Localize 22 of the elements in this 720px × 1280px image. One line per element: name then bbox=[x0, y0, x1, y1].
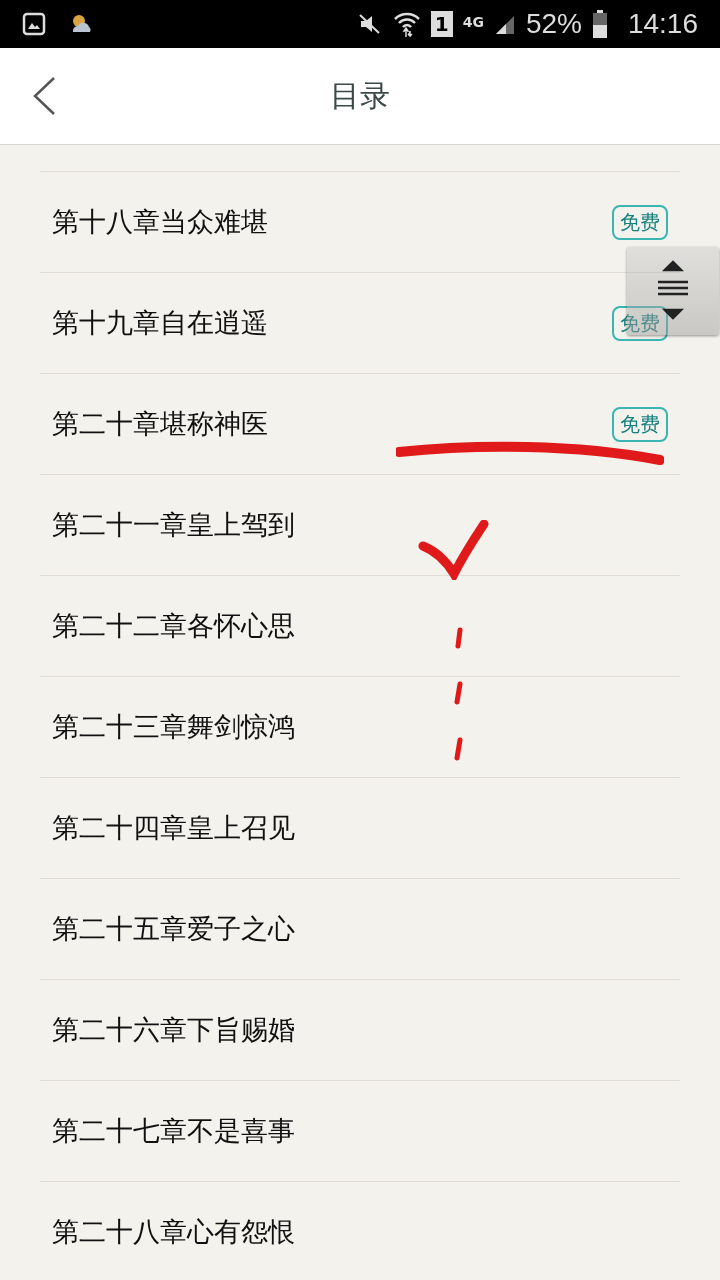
free-tag: 免费 bbox=[612, 406, 668, 442]
chapter-item[interactable]: 第二十五章爱子之心 bbox=[40, 878, 680, 979]
battery-icon bbox=[591, 10, 608, 38]
wifi-icon bbox=[392, 11, 421, 37]
chapter-item[interactable]: 第二十章堪称神医 免费 bbox=[40, 373, 680, 474]
chapter-item[interactable]: 第二十二章各怀心思 bbox=[40, 575, 680, 676]
chapter-item[interactable]: 第二十八章心有怨恨 bbox=[40, 1181, 680, 1280]
chapter-item[interactable]: 第二十六章下旨赐婚 bbox=[40, 979, 680, 1080]
chapter-item[interactable]: 第十八章当众难堪 免费 bbox=[40, 171, 680, 272]
check-mark-annotation bbox=[418, 520, 490, 580]
clock: 14:16 bbox=[627, 8, 698, 40]
free-tag: 免费 bbox=[612, 204, 668, 240]
battery-percentage: 52% bbox=[525, 8, 582, 40]
chapter-item[interactable]: 第二十七章不是喜事 bbox=[40, 1080, 680, 1181]
chapter-item[interactable]: 第二十一章皇上驾到 bbox=[40, 474, 680, 575]
back-icon bbox=[32, 76, 56, 116]
sim-card-indicator: 1 bbox=[430, 11, 453, 37]
network-type: 4G bbox=[462, 14, 484, 30]
chapter-item[interactable]: 第二十四章皇上召见 bbox=[40, 777, 680, 878]
page-title: 目录 bbox=[330, 76, 390, 115]
image-icon bbox=[22, 12, 46, 36]
chapter-item[interactable]: 第二十三章舞剑惊鸿 bbox=[40, 676, 680, 777]
